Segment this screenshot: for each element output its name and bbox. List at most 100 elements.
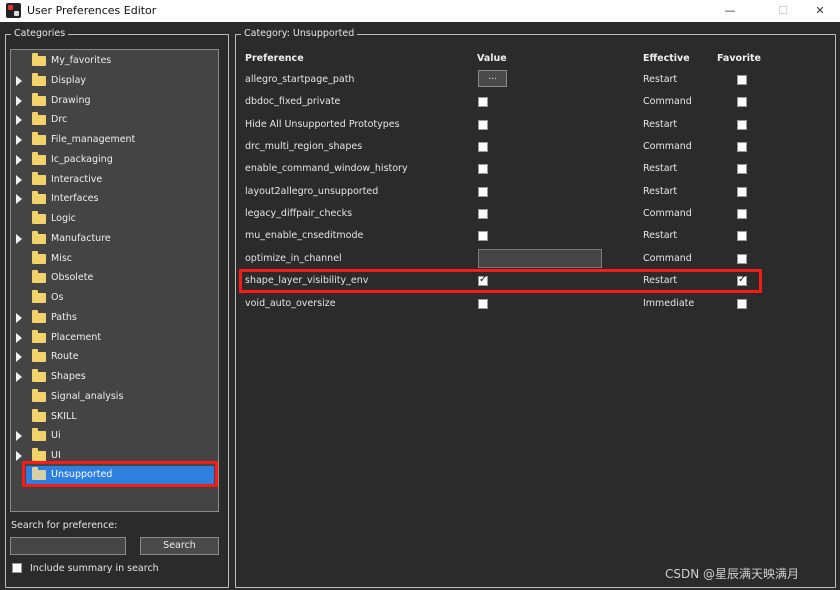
tree-item-paths[interactable]: Paths — [11, 309, 218, 328]
favorite-checkbox[interactable] — [737, 274, 747, 287]
expand-arrow-icon[interactable] — [16, 154, 22, 165]
tree-item-display[interactable]: Display — [11, 72, 218, 91]
tree-item-misc[interactable]: Misc — [11, 250, 218, 269]
favorite-checkbox[interactable] — [737, 209, 747, 220]
tree-item-label: Placement — [51, 331, 102, 343]
effective-label: Restart — [643, 275, 678, 287]
tree-item-label: Display — [51, 74, 87, 86]
tree-item-label: Manufacture — [51, 232, 111, 244]
tree-item-label: Os — [51, 292, 64, 303]
expand-arrow-icon[interactable] — [16, 431, 22, 442]
tree-item-ui[interactable]: Ui — [11, 427, 218, 446]
favorite-checkbox[interactable] — [737, 253, 747, 264]
folder-icon — [32, 290, 46, 303]
effective-label: Restart — [643, 118, 678, 130]
favorite-checkbox[interactable] — [737, 298, 747, 309]
folder-icon — [32, 132, 46, 145]
value-input[interactable] — [478, 248, 602, 268]
preference-row: dbdoc_fixed_private Command — [240, 91, 760, 113]
maximize-button[interactable]: ☐ — [763, 0, 803, 22]
value-checkbox[interactable] — [478, 274, 488, 287]
categories-legend: Categories — [11, 28, 69, 39]
effective-label: Immediate — [643, 297, 695, 309]
tree-item-ic_packaging[interactable]: Ic_packaging — [11, 151, 218, 170]
tree-item-drawing[interactable]: Drawing — [11, 92, 218, 111]
folder-icon — [32, 369, 46, 382]
favorite-checkbox[interactable] — [737, 142, 747, 153]
expand-arrow-icon[interactable] — [16, 332, 22, 343]
tree-item-signal_analysis[interactable]: Signal_analysis — [11, 388, 218, 407]
tree-item-os[interactable]: Os — [11, 289, 218, 308]
close-button[interactable]: ✕ — [800, 0, 840, 22]
folder-icon — [32, 349, 46, 363]
effective-label: Command — [643, 252, 692, 264]
value-checkbox[interactable] — [478, 298, 488, 309]
tree-item-ui[interactable]: UI — [11, 447, 218, 466]
expand-arrow-icon[interactable] — [16, 194, 22, 205]
preference-name: layout2allegro_unsupported — [245, 185, 379, 197]
effective-label: Restart — [643, 185, 678, 197]
value-checkbox[interactable] — [478, 97, 488, 108]
tree-item-interactive[interactable]: Interactive — [11, 171, 218, 190]
folder-icon — [32, 408, 46, 422]
expand-arrow-icon[interactable] — [16, 174, 22, 185]
browse-button[interactable]: ... — [478, 70, 507, 87]
expand-arrow-icon[interactable] — [16, 451, 22, 461]
expand-arrow-icon[interactable] — [16, 352, 22, 363]
tree-item-unsupported[interactable]: Unsupported — [26, 466, 214, 485]
folder-icon — [32, 72, 46, 86]
value-checkbox[interactable] — [478, 164, 488, 175]
expand-arrow-icon[interactable] — [16, 95, 22, 106]
favorite-checkbox[interactable] — [737, 164, 747, 175]
favorite-checkbox[interactable] — [737, 119, 747, 130]
folder-icon — [32, 388, 46, 402]
tree-item-manufacture[interactable]: Manufacture — [11, 230, 218, 249]
search-button[interactable]: Search — [140, 537, 219, 555]
window-title: User Preferences Editor — [27, 4, 157, 17]
tree-item-file_management[interactable]: File_management — [11, 131, 218, 150]
tree-item-label: File_management — [51, 134, 136, 145]
preference-name: allegro_startpage_path — [245, 74, 355, 85]
title-bar: User Preferences Editor — ☐ ✕ — [0, 0, 840, 22]
value-checkbox[interactable] — [478, 186, 488, 197]
tree-item-shapes[interactable]: Shapes — [11, 368, 218, 387]
preference-name: enable_command_window_history — [245, 163, 408, 175]
effective-label: Restart — [643, 74, 678, 85]
favorite-checkbox[interactable] — [737, 231, 747, 242]
value-checkbox[interactable] — [478, 231, 488, 242]
tree-item-label: Ic_packaging — [51, 153, 113, 165]
search-input[interactable] — [10, 537, 126, 555]
expand-arrow-icon[interactable] — [16, 372, 22, 382]
tree-item-skill[interactable]: SKILL — [11, 408, 218, 427]
expand-arrow-icon[interactable] — [16, 312, 22, 323]
tree-item-logic[interactable]: Logic — [11, 210, 218, 229]
preference-name: legacy_diffpair_checks — [245, 208, 353, 220]
expand-arrow-icon[interactable] — [16, 135, 22, 145]
folder-icon — [32, 171, 46, 185]
folder-icon — [32, 270, 46, 284]
folder-icon — [32, 151, 46, 165]
tree-item-drc[interactable]: Drc — [11, 111, 218, 130]
effective-column-header: Effective — [643, 53, 690, 64]
value-checkbox[interactable] — [478, 119, 488, 130]
expand-arrow-icon[interactable] — [16, 233, 22, 244]
favorite-checkbox[interactable] — [737, 97, 747, 108]
preference-row: drc_multi_region_shapes Command — [240, 136, 760, 158]
favorite-checkbox[interactable] — [737, 186, 747, 197]
value-checkbox[interactable] — [478, 209, 488, 220]
expand-arrow-icon[interactable] — [16, 115, 22, 126]
tree-item-route[interactable]: Route — [11, 348, 218, 367]
folder-icon — [32, 448, 46, 461]
minimize-button[interactable]: — — [710, 0, 750, 22]
value-checkbox[interactable] — [478, 142, 488, 153]
expand-arrow-icon[interactable] — [16, 75, 22, 86]
tree-item-label: Signal_analysis — [51, 390, 124, 402]
tree-item-interfaces[interactable]: Interfaces — [11, 190, 218, 209]
category-tree[interactable]: My_favorites Display Drawing Drc File_manage… — [10, 49, 219, 512]
preference-row: enable_command_window_history Restart — [240, 158, 760, 180]
tree-item-obsolete[interactable]: Obsolete — [11, 269, 218, 288]
include-summary-checkbox[interactable] — [12, 563, 22, 573]
tree-item-my_favorites[interactable]: My_favorites — [11, 52, 218, 71]
tree-item-placement[interactable]: Placement — [11, 329, 218, 348]
favorite-checkbox[interactable] — [737, 75, 747, 85]
